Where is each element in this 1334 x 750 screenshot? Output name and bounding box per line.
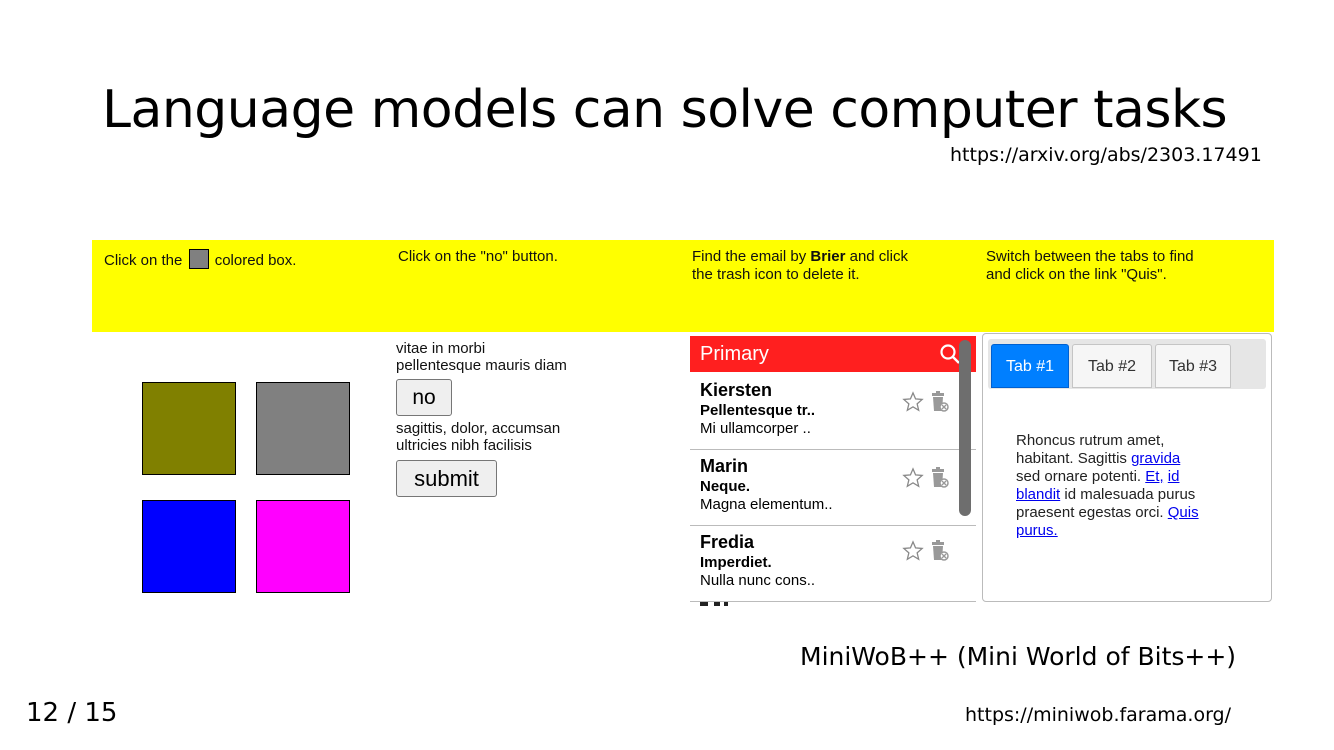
email-item[interactable]: Fredia Imperdiet. Nulla nunc cons.. — [690, 526, 976, 602]
task3-instr-after: and click — [849, 248, 908, 265]
link-quis[interactable]: Quis — [1168, 504, 1199, 521]
tab-text-line: sed ornare potenti. — [1016, 468, 1142, 485]
link-gravida[interactable]: gravida — [1131, 450, 1180, 467]
current-page: 12 — [26, 698, 60, 728]
task2-text-1-line2: pellentesque mauris diam — [396, 357, 567, 374]
task2-text-1-line1: vitae in morbi — [396, 340, 486, 357]
email-item[interactable]: Marin Neque. Magna elementum.. — [690, 450, 976, 526]
trash-icon[interactable] — [930, 539, 950, 563]
tab-2[interactable]: Tab #2 — [1072, 344, 1152, 388]
page-separator: / — [67, 698, 77, 728]
star-icon[interactable] — [902, 391, 924, 413]
arxiv-reference: https://arxiv.org/abs/2303.17491 — [950, 144, 1262, 166]
task4-instr-line2: and click on the link "Quis". — [986, 266, 1167, 283]
email-subject: Pellentesque tr.. — [700, 402, 816, 419]
email-subject: Imperdiet. — [700, 554, 772, 571]
task2-text-2: sagittis, dolor, accumsan ultricies nibh… — [396, 420, 560, 454]
email-item-partial — [700, 602, 740, 608]
task2-text-2-line1: sagittis, dolor, accumsan — [396, 420, 561, 437]
tab-3[interactable]: Tab #3 — [1155, 344, 1231, 388]
tab-text-line: Rhoncus rutrum amet, — [1016, 432, 1165, 449]
trash-icon[interactable] — [930, 466, 950, 490]
task3-instr-name: Brier — [810, 248, 846, 265]
email-sender: Kiersten — [700, 380, 773, 400]
email-scrollbar[interactable] — [959, 340, 971, 516]
slide-title: Language models can solve computer tasks — [102, 80, 1228, 140]
magenta-box[interactable] — [256, 500, 350, 593]
task2-text-2-line2: ultricies nibh facilisis — [396, 437, 532, 454]
miniwob-reference: https://miniwob.farama.org/ — [965, 704, 1232, 726]
link-id[interactable]: id — [1168, 468, 1180, 485]
task3-instr-before: Find the email by — [692, 248, 807, 265]
tab-text-line: id malesuada purus — [1064, 486, 1196, 503]
link-purus[interactable]: purus. — [1016, 522, 1058, 539]
no-button[interactable]: no — [396, 379, 452, 416]
tab-content-text: Rhoncus rutrum amet, habitant. Sagittis … — [1016, 432, 1256, 540]
email-preview: Magna elementum.. — [700, 496, 833, 513]
star-icon[interactable] — [902, 540, 924, 562]
email-item[interactable]: Kiersten Pellentesque tr.. Mi ullamcorpe… — [690, 374, 976, 450]
task1-instruction-before: Click on the — [104, 252, 183, 269]
total-pages: 15 — [84, 698, 118, 728]
task2-text-1: vitae in morbi pellentesque mauris diam — [396, 340, 567, 374]
target-color-swatch — [188, 249, 209, 269]
miniwob-caption: MiniWoB++ (Mini World of Bits++) — [800, 642, 1237, 671]
task3-instr-line2: the trash icon to delete it. — [692, 266, 860, 283]
link-et[interactable]: Et, — [1145, 468, 1163, 485]
email-preview: Mi ullamcorper .. — [700, 420, 811, 437]
task1-instruction: Click on the colored box. — [104, 249, 296, 270]
task4-instruction: Switch between the tabs to find and clic… — [986, 248, 1194, 284]
gray-box[interactable] — [256, 382, 350, 475]
star-icon[interactable] — [902, 467, 924, 489]
email-preview: Nulla nunc cons.. — [700, 572, 816, 589]
email-inbox-header: Primary — [690, 336, 976, 372]
tabs-widget: Tab #1 Tab #2 Tab #3 Rhoncus rutrum amet… — [982, 333, 1272, 602]
link-blandit[interactable]: blandit — [1016, 486, 1060, 503]
email-sender: Marin — [700, 456, 749, 476]
task3-instruction: Find the email by Brier and click the tr… — [692, 248, 908, 284]
tab-1[interactable]: Tab #1 — [991, 344, 1069, 388]
task4-instr-line1: Switch between the tabs to find — [986, 248, 1194, 265]
email-sender: Fredia — [700, 532, 755, 552]
task1-instruction-after: colored box. — [214, 252, 297, 269]
tab-text-line: habitant. Sagittis — [1016, 450, 1127, 467]
task2-instruction: Click on the "no" button. — [398, 248, 558, 265]
page-number: 12 / 15 — [26, 698, 117, 728]
tab-text-line: praesent egestas orci. — [1016, 504, 1164, 521]
submit-button[interactable]: submit — [396, 460, 497, 497]
email-inbox: Primary Kiersten Pellentesque tr.. Mi ul… — [690, 336, 976, 608]
inbox-primary-label: Primary — [700, 343, 769, 365]
blue-box[interactable] — [142, 500, 236, 593]
olive-box[interactable] — [142, 382, 236, 475]
trash-icon[interactable] — [930, 390, 950, 414]
email-subject: Neque. — [700, 478, 751, 495]
